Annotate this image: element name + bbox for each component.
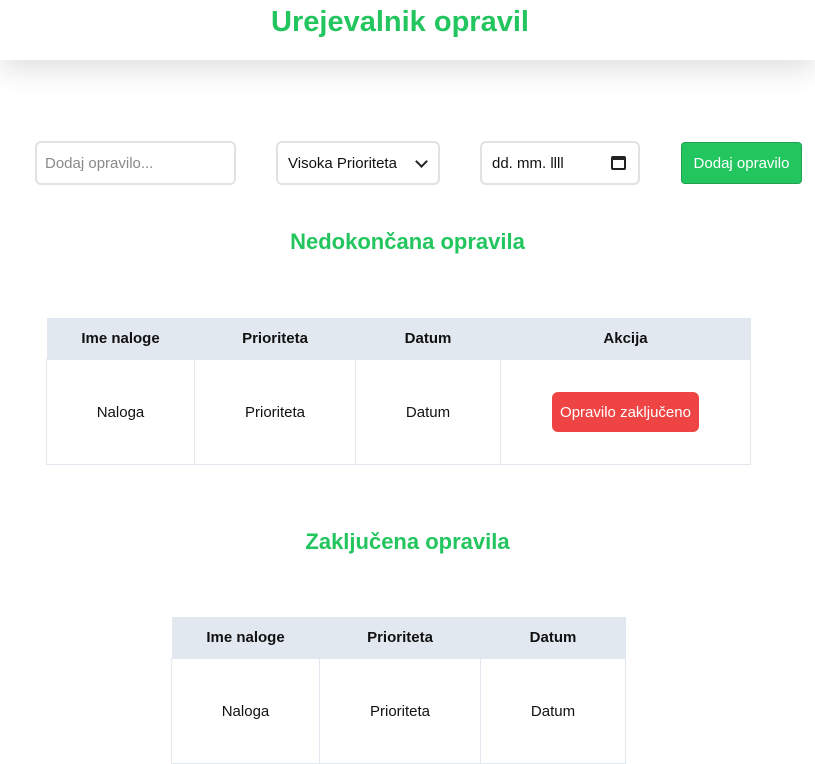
priority-select[interactable]: Visoka Prioriteta [276, 141, 440, 185]
pending-section-title: Nedokončana opravila [290, 229, 525, 254]
chevron-down-icon [415, 154, 428, 168]
date-input-value: dd. mm. llll [492, 154, 564, 172]
column-header-name: Ime naloge [171, 617, 320, 659]
cell-task-name: Naloga [46, 359, 195, 465]
cell-action: Opravilo zaključeno [500, 359, 751, 465]
column-header-name: Ime naloge [46, 318, 195, 360]
column-header-action: Akcija [500, 318, 751, 360]
calendar-icon[interactable] [611, 156, 626, 170]
table-header-row: Ime naloge Prioriteta Datum Akcija [46, 318, 751, 360]
add-task-button[interactable]: Dodaj opravilo [681, 142, 802, 184]
column-header-priority: Prioriteta [319, 617, 481, 659]
completed-section-title: Zaključena opravila [305, 529, 510, 554]
priority-select-value: Visoka Prioriteta [288, 154, 397, 172]
cell-date: Datum [480, 658, 626, 764]
app-header: Urejevalnik opravil [0, 0, 815, 60]
table-row: Naloga Prioriteta Datum Opravilo zaključ… [46, 359, 751, 465]
column-header-date: Datum [480, 617, 626, 659]
pending-table: Ime naloge Prioriteta Datum Akcija Nalog… [46, 318, 751, 465]
table-row: Naloga Prioriteta Datum [171, 658, 626, 764]
cell-priority: Prioriteta [319, 658, 481, 764]
completed-table: Ime naloge Prioriteta Datum Naloga Prior… [171, 617, 626, 764]
task-input[interactable] [35, 141, 236, 185]
page-title: Urejevalnik opravil [271, 6, 529, 38]
cell-priority: Prioriteta [194, 359, 356, 465]
mark-done-button[interactable]: Opravilo zaključeno [552, 392, 699, 432]
cell-date: Datum [355, 359, 501, 465]
column-header-date: Datum [355, 318, 501, 360]
column-header-priority: Prioriteta [194, 318, 356, 360]
table-header-row: Ime naloge Prioriteta Datum [171, 617, 626, 659]
date-input[interactable]: dd. mm. llll [480, 141, 640, 185]
cell-task-name: Naloga [171, 658, 320, 764]
